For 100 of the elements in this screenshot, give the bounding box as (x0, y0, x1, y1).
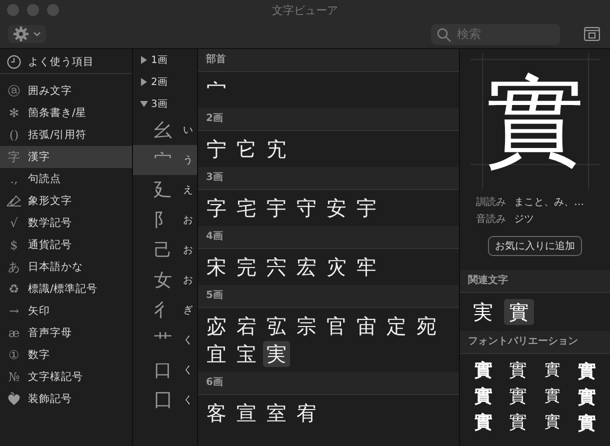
font-variation-character[interactable]: 實 (500, 360, 535, 382)
category-item[interactable]: ., 句読点 (0, 168, 132, 190)
font-variation-character[interactable]: 實 (466, 412, 500, 434)
font-variation-character[interactable]: 實 (535, 386, 570, 408)
category-item[interactable]: あ 日本語かな (0, 256, 132, 278)
window-control-button[interactable] (27, 4, 39, 16)
category-item[interactable]: ① 数字 (0, 344, 132, 366)
pen-drawing-icon (6, 194, 22, 208)
character-cell[interactable]: 牢 (353, 254, 380, 280)
character-cell[interactable]: 宣 (233, 400, 260, 426)
section-header: 部首 (198, 49, 459, 72)
stroke-group-item[interactable]: 3画 (133, 93, 197, 115)
symbol-icon: æ (6, 326, 22, 340)
font-variation-character[interactable]: 實 (466, 386, 500, 408)
symbol-icon: → (6, 304, 22, 318)
character-cell[interactable]: 宕 (233, 313, 260, 339)
category-item[interactable]: 字 漢字 (0, 146, 132, 168)
radical-item[interactable]: 囗 く (133, 385, 197, 415)
character-cell[interactable]: 官 (323, 313, 350, 339)
category-item[interactable]: 象形文字 (0, 190, 132, 212)
radical-item[interactable]: 宀 う (133, 145, 197, 175)
radical-item[interactable]: 女 お (133, 265, 197, 295)
font-variation-character[interactable]: 實 (570, 386, 604, 408)
character-cell[interactable]: 宁 (203, 136, 230, 162)
character-cell[interactable]: 宛 (413, 313, 440, 339)
character-cell[interactable]: 字 (203, 195, 230, 221)
stroke-group-item[interactable]: 1画 (133, 49, 197, 71)
add-to-favorites-button[interactable]: お気に入りに追加 (488, 236, 582, 256)
character-cell[interactable]: 宏 (293, 254, 320, 280)
character-cell[interactable]: 宗 (293, 313, 320, 339)
character-cell[interactable]: 宇 (353, 195, 380, 221)
radical-reading: く (183, 334, 193, 347)
font-variation-character[interactable]: 實 (466, 360, 500, 382)
font-variation-character[interactable]: 實 (570, 360, 604, 382)
character-cell[interactable]: 宇 (263, 195, 290, 221)
related-character[interactable]: 実 (468, 299, 498, 325)
reading-value: ジツ (514, 213, 534, 226)
related-character[interactable]: 實 (504, 299, 534, 325)
radical-item[interactable]: 口 く (133, 355, 197, 385)
character-cell[interactable]: 宖 (263, 313, 290, 339)
category-item[interactable]: $ 通貨記号 (0, 234, 132, 256)
category-item[interactable]: () 括弧/引用符 (0, 124, 132, 146)
disclosure-right-icon (140, 78, 148, 86)
character-cell[interactable]: 宄 (263, 136, 290, 162)
category-item[interactable]: ♻ 標識/標準記号 (0, 278, 132, 300)
keyboard-window-icon (584, 27, 600, 41)
character-cell[interactable]: 灾 (323, 254, 350, 280)
radical-item[interactable]: 己 お (133, 235, 197, 265)
character-cell[interactable]: 安 (323, 195, 350, 221)
symbol-icon: $ (6, 238, 22, 252)
category-item[interactable]: √ 数学記号 (0, 212, 132, 234)
font-variation-character[interactable]: 實 (500, 386, 535, 408)
radical-item[interactable]: 彳 ぎ (133, 295, 197, 325)
character-cell[interactable]: 宙 (353, 313, 380, 339)
font-variation-character[interactable]: 實 (570, 412, 604, 434)
radical-item[interactable]: 廴 え (133, 175, 197, 205)
character-cell[interactable]: 宅 (233, 195, 260, 221)
character-cell[interactable]: 它 (233, 136, 260, 162)
character-cell[interactable]: 宝 (233, 341, 260, 367)
stroke-group-item[interactable]: 2画 (133, 71, 197, 93)
window-control-button[interactable] (47, 4, 59, 16)
character-cell[interactable]: 宓 (203, 313, 230, 339)
section-header: 5画 (198, 285, 459, 308)
keyboard-viewer-button[interactable] (584, 27, 600, 41)
section-header: 2画 (198, 108, 459, 131)
radical-item[interactable]: 阝 お (133, 205, 197, 235)
font-variation-character[interactable]: 實 (535, 412, 570, 434)
character-cell[interactable]: 完 (233, 254, 260, 280)
symbol-icon: √ (6, 216, 22, 230)
window-control-button[interactable] (7, 4, 19, 16)
character-preview: 實 (485, 71, 585, 171)
radical-glyph: 己 (153, 239, 173, 262)
character-cell[interactable]: 守 (293, 195, 320, 221)
radical-item[interactable]: 幺 い (133, 115, 197, 145)
category-item[interactable]: → 矢印 (0, 300, 132, 322)
symbol-icon: ⓐ (6, 82, 22, 100)
radical-glyph: 幺 (153, 119, 173, 142)
font-variation-character[interactable]: 實 (535, 360, 570, 382)
character-cell[interactable]: 宋 (203, 254, 230, 280)
character-cell[interactable]: 宜 (203, 341, 230, 367)
symbol-icon: ♻ (6, 282, 22, 296)
category-item[interactable]: æ 音声字母 (0, 322, 132, 344)
character-cell[interactable]: 宥 (293, 400, 320, 426)
radical-glyph: 阝 (153, 209, 173, 232)
category-item[interactable]: № 文字様記号 (0, 366, 132, 388)
character-cell[interactable]: 客 (203, 400, 230, 426)
character-cell[interactable]: 実 (263, 341, 290, 367)
category-item[interactable]: よく使う項目 (0, 51, 132, 73)
category-item[interactable]: 装飾記号 (0, 388, 132, 410)
radical-glyph: 艹 (153, 329, 173, 352)
character-cell[interactable]: 宍 (263, 254, 290, 280)
reading-value: まこと、み、… (514, 196, 584, 209)
font-variation-character[interactable]: 實 (500, 412, 535, 434)
character-cell[interactable]: 室 (263, 400, 290, 426)
settings-button[interactable] (8, 25, 46, 43)
category-item[interactable]: ✻ 箇条書き/星 (0, 102, 132, 124)
category-item[interactable]: ⓐ 囲み文字 (0, 80, 132, 102)
character-cell[interactable]: 宀 (203, 77, 230, 103)
radical-item[interactable]: 艹 く (133, 325, 197, 355)
character-cell[interactable]: 定 (383, 313, 410, 339)
